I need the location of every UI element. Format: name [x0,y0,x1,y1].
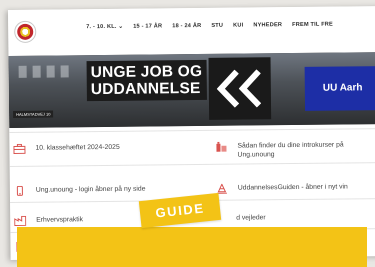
divider [10,162,375,167]
hero-title-line2: UDDANNELSE [91,80,203,98]
link-label: UddannelsesGuiden - åbner i nyt vin [238,182,348,192]
nav-label: 7. - 10. KL. [86,24,116,30]
hero-brand-sign: UU Aarh [305,66,375,111]
nav-item-15-17[interactable]: 15 - 17 ÅR [133,23,162,29]
hero-window [19,66,27,78]
link-item[interactable]: 10. klassehæftet 2024-2025 [13,143,119,154]
nav-item-stu[interactable]: STU [211,23,223,29]
chevron-down-icon: ⌄ [118,24,123,30]
hero-title-line1: UNGE JOB OG [91,63,203,81]
hero-arrows-graphic [209,57,272,120]
link-item[interactable]: Erhvervspraktik [14,215,83,226]
link-label-line2: Ung.unoung [237,149,343,159]
briefcase-icon [13,144,25,154]
hero-window [61,65,69,77]
nav-item-18-24[interactable]: 18 - 24 ÅR [172,23,201,29]
hero-title: UNGE JOB OG UDDANNELSE [87,60,207,101]
link-item[interactable]: Sådan finder du dine introkurser på Ung.… [215,140,343,159]
mobile-icon [14,186,26,196]
yellow-banner [17,227,367,267]
link-label: Erhvervspraktik [36,215,83,224]
link-item[interactable]: UddannelsesGuiden - åbner i nyt vin [216,182,348,193]
nav-item-7-10[interactable]: 7. - 10. KL. ⌄ [86,24,123,30]
divider [9,128,375,133]
chevron-left-icon [239,69,261,107]
logo-mark [17,24,33,40]
logo[interactable] [14,21,36,43]
hero-banner: HALMSTADVEJ 10 UNGE JOB OG UDDANNELSE UU… [8,52,375,128]
nav-item-kui[interactable]: KUI [233,23,243,29]
hero-window [33,66,41,78]
link-item[interactable]: d vejleder [236,213,266,222]
link-label: Ung.unoung - login åbner på ny side [36,185,146,195]
building-icon [215,142,227,152]
street-sign: HALMSTADVEJ 10 [13,111,53,118]
chevron-left-icon [217,70,239,108]
factory-icon [14,216,26,226]
hero-window [47,66,55,78]
link-label: 10. klassehæftet 2024-2025 [35,143,119,153]
nav-item-nyheder[interactable]: NYHEDER [253,22,282,28]
quick-links: 10. klassehæftet 2024-2025 Sådan finder … [9,128,375,132]
link-text: Sådan finder du dine introkurser på Ung.… [237,140,343,159]
nav-item-frem-til-fremtiden[interactable]: FREM TIL FRE [292,22,333,28]
link-label: d vejleder [236,213,266,222]
link-item[interactable]: Ung.unoung - login åbner på ny side [14,185,146,196]
main-nav: 7. - 10. KL. ⌄ 15 - 17 ÅR 18 - 24 ÅR STU… [86,22,333,31]
header: 7. - 10. KL. ⌄ 15 - 17 ÅR 18 - 24 ÅR STU… [8,6,375,56]
